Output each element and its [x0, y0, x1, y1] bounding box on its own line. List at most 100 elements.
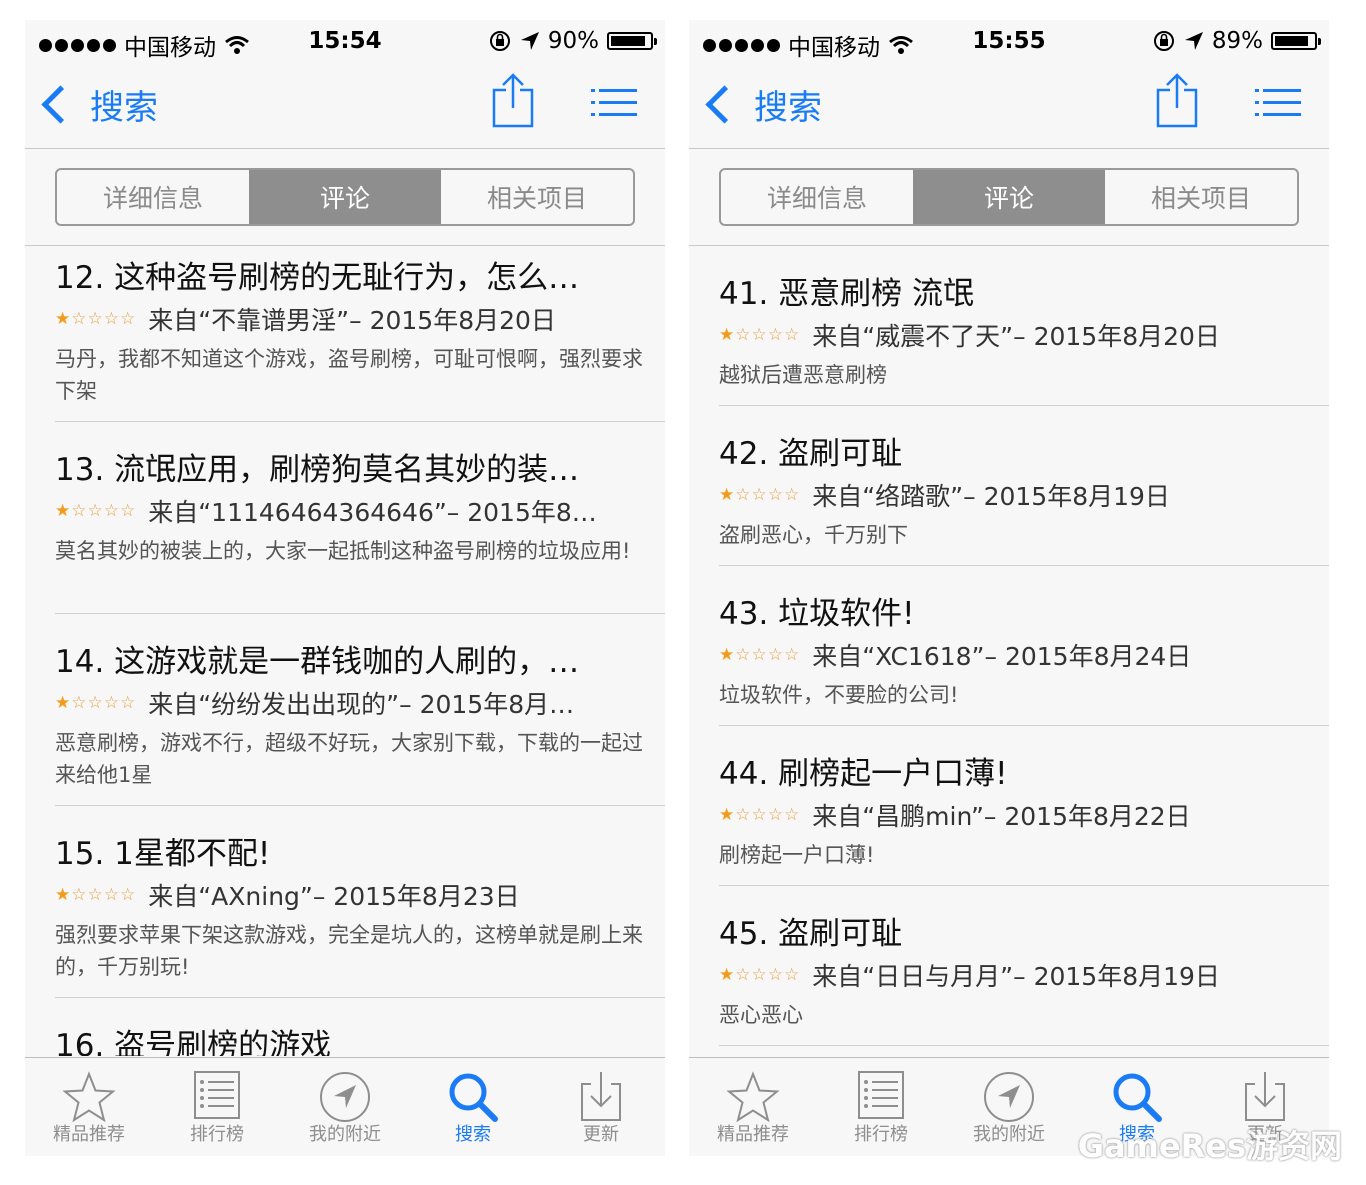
download-tray-icon	[1245, 1072, 1285, 1121]
segment-reviews[interactable]: 评论	[913, 170, 1105, 224]
review-body: 恶意刷榜，游戏不行，超级不好玩，大家别下载，下载的一起过来给他1星	[55, 731, 643, 787]
tab-near-me[interactable]: 我的附近	[281, 1058, 409, 1156]
review-title: 41. 恶意刷榜 流氓	[719, 276, 975, 312]
nav-divider	[689, 148, 1329, 149]
star-outline-icon	[726, 1071, 780, 1123]
status-bar: 中国移动 15:54 90%	[25, 20, 665, 61]
tab-near-me[interactable]: 我的附近	[945, 1058, 1073, 1156]
tab-search[interactable]: 搜索	[409, 1058, 537, 1156]
review-item[interactable]: 15. 1星都不配! ★☆☆☆☆ 来自“AXning”– 2015年8月23日 强…	[55, 806, 665, 998]
review-author: 来自“不靠谱男淫”– 2015年8月20日	[148, 306, 556, 335]
review-list: 12. 这种盗号刷榜的无耻行为，怎么… ★☆☆☆☆ 来自“不靠谱男淫”– 2015…	[55, 246, 665, 1056]
segment-related[interactable]: 相关项目	[1105, 170, 1297, 224]
back-label: 搜索	[754, 88, 822, 128]
review-body: 垃圾软件，不要脸的公司!	[719, 683, 959, 707]
tab-label: 精品推荐	[53, 1124, 125, 1145]
search-icon	[1113, 1073, 1162, 1122]
star-rating: ★☆☆☆☆	[55, 501, 137, 521]
review-title: 15. 1星都不配!	[55, 836, 271, 872]
review-title: 42. 盗刷可耻	[719, 436, 903, 472]
star-rating: ★☆☆☆☆	[719, 325, 801, 345]
rotation-lock-icon	[1153, 31, 1174, 51]
tab-label: 更新	[583, 1124, 619, 1145]
star-rating: ★☆☆☆☆	[719, 645, 801, 665]
battery-percent: 90%	[547, 28, 599, 54]
location-arrow-icon	[1184, 32, 1203, 50]
star-rating: ★☆☆☆☆	[55, 309, 137, 329]
ranking-list-icon	[194, 1071, 240, 1119]
review-author: 来自“络踏歌”– 2015年8月19日	[812, 482, 1170, 511]
review-title: 16. 盗号刷榜的游戏	[55, 1028, 332, 1056]
review-item[interactable]: 13. 流氓应用，刷榜狗莫名其妙的装… ★☆☆☆☆ 来自“111464643646…	[55, 422, 665, 614]
tab-featured[interactable]: 精品推荐	[25, 1058, 153, 1156]
review-title: 43. 垃圾软件!	[719, 596, 915, 632]
location-arrow-icon	[520, 32, 539, 50]
review-author: 来自“XC1618”– 2015年8月24日	[812, 642, 1192, 671]
review-author: 来自“日日与月月”– 2015年8月19日	[812, 962, 1220, 991]
review-item[interactable]: 16. 盗号刷榜的游戏	[55, 998, 665, 1056]
review-item[interactable]: 44. 刷榜起一户口薄! ★☆☆☆☆ 来自“昌鹏min”– 2015年8月22日 …	[719, 726, 1329, 886]
tab-label: 排行榜	[854, 1124, 908, 1145]
segment-details[interactable]: 详细信息	[57, 170, 249, 224]
review-body: 莫名其妙的被装上的，大家一起抵制这种盗号刷榜的垃圾应用!	[55, 539, 631, 563]
compass-icon	[320, 1072, 370, 1122]
rotation-lock-icon	[489, 31, 510, 51]
review-list: 41. 恶意刷榜 流氓 ★☆☆☆☆ 来自“威震不了天”– 2015年8月20日 越…	[719, 246, 1329, 1056]
review-body: 刷榜起一户口薄!	[719, 843, 875, 867]
share-icon[interactable]	[491, 72, 535, 128]
ranking-list-icon	[858, 1071, 904, 1119]
review-title: 44. 刷榜起一户口薄!	[719, 756, 1008, 792]
review-item[interactable]: 14. 这游戏就是一群钱咖的人刷的，… ★☆☆☆☆ 来自“纷纷发出出现的”– 20…	[55, 614, 665, 806]
tab-label: 搜索	[455, 1124, 491, 1145]
chevron-left-icon	[41, 85, 80, 124]
review-body: 盗刷恶心，千万别下	[719, 523, 908, 547]
battery-fill	[611, 36, 645, 46]
tab-label: 我的附近	[309, 1124, 381, 1145]
segment-related[interactable]: 相关项目	[441, 170, 633, 224]
list-icon[interactable]	[1255, 88, 1301, 118]
battery-fill	[1275, 36, 1309, 46]
phone-screen-1: 中国移动 15:54 90% 搜索 详细信息 评论 相关项目 12. 这种盗号刷…	[25, 20, 665, 1156]
review-body: 恶心恶心	[719, 1003, 803, 1027]
tab-charts[interactable]: 排行榜	[817, 1058, 945, 1156]
star-rating: ★☆☆☆☆	[55, 693, 137, 713]
segment-reviews[interactable]: 评论	[249, 170, 441, 224]
chevron-left-icon	[705, 85, 744, 124]
tab-featured[interactable]: 精品推荐	[689, 1058, 817, 1156]
segmented-control: 详细信息 评论 相关项目	[55, 168, 635, 226]
battery-icon	[607, 32, 657, 50]
share-icon[interactable]	[1155, 72, 1199, 128]
review-title: 13. 流氓应用，刷榜狗莫名其妙的装…	[55, 452, 580, 488]
review-item[interactable]: 45. 盗刷可耻 ★☆☆☆☆ 来自“日日与月月”– 2015年8月19日 恶心恶心	[719, 886, 1329, 1046]
star-rating: ★☆☆☆☆	[719, 485, 801, 505]
search-icon	[449, 1073, 498, 1122]
tab-updates[interactable]: 更新	[537, 1058, 665, 1156]
nav-bar: 搜索	[25, 60, 665, 148]
compass-icon	[984, 1072, 1034, 1122]
list-icon[interactable]	[591, 88, 637, 118]
watermark-logo: GameRes游资网	[1077, 1127, 1342, 1165]
review-item[interactable]: 41. 恶意刷榜 流氓 ★☆☆☆☆ 来自“威震不了天”– 2015年8月20日 越…	[719, 246, 1329, 406]
review-body: 越狱后遭恶意刷榜	[719, 363, 887, 387]
tab-label: 我的附近	[973, 1124, 1045, 1145]
star-rating: ★☆☆☆☆	[719, 805, 801, 825]
star-rating: ★☆☆☆☆	[719, 965, 801, 985]
battery-icon	[1271, 32, 1321, 50]
segment-details[interactable]: 详细信息	[721, 170, 913, 224]
review-item[interactable]: 43. 垃圾软件! ★☆☆☆☆ 来自“XC1618”– 2015年8月24日 垃圾…	[719, 566, 1329, 726]
tab-charts[interactable]: 排行榜	[153, 1058, 281, 1156]
review-body: 马丹，我都不知道这个游戏，盗号刷榜，可耻可恨啊，强烈要求下架	[55, 347, 643, 403]
review-title: 45. 盗刷可耻	[719, 916, 903, 952]
review-title: 14. 这游戏就是一群钱咖的人刷的，…	[55, 644, 580, 680]
star-rating: ★☆☆☆☆	[55, 885, 137, 905]
review-author: 来自“纷纷发出出现的”– 2015年8月…	[148, 690, 575, 719]
phone-screen-2: 中国移动 15:55 89% 搜索 详细信息 评论 相关项目 41. 恶意刷榜 …	[689, 20, 1329, 1156]
back-button[interactable]: 搜索	[39, 80, 158, 129]
nav-divider	[25, 148, 665, 149]
review-title: 12. 这种盗号刷榜的无耻行为，怎么…	[55, 260, 580, 296]
back-button[interactable]: 搜索	[703, 80, 822, 129]
status-bar: 中国移动 15:55 89%	[689, 20, 1329, 61]
review-item[interactable]: 12. 这种盗号刷榜的无耻行为，怎么… ★☆☆☆☆ 来自“不靠谱男淫”– 2015…	[55, 246, 665, 422]
review-author: 来自“11146464364646”– 2015年8…	[148, 498, 597, 527]
review-item[interactable]: 42. 盗刷可耻 ★☆☆☆☆ 来自“络踏歌”– 2015年8月19日 盗刷恶心，千…	[719, 406, 1329, 566]
